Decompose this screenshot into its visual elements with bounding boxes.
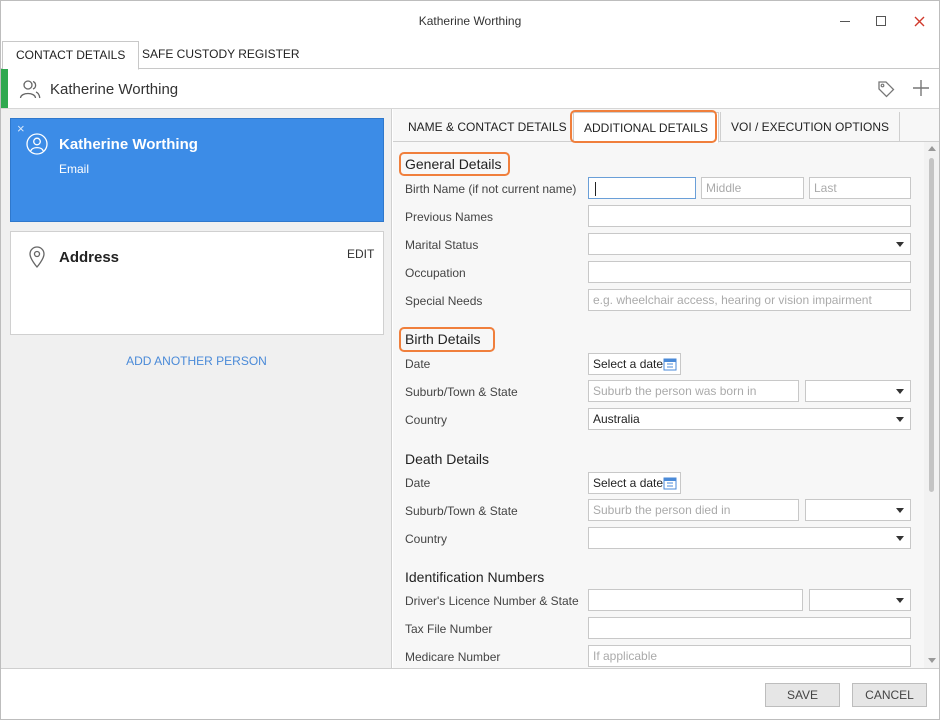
highlight-birth-details: [399, 327, 495, 352]
address-title: Address: [59, 249, 120, 266]
birth-last-name-input[interactable]: Last: [809, 177, 911, 199]
title-bar: Katherine Worthing: [1, 1, 939, 41]
edit-address-button[interactable]: EDIT: [347, 247, 374, 261]
chevron-down-icon: [896, 508, 904, 513]
birth-country-value: Australia: [593, 412, 640, 426]
maximize-button[interactable]: [869, 9, 893, 33]
identification-numbers-title: Identification Numbers: [405, 569, 545, 585]
save-button[interactable]: SAVE: [765, 683, 840, 707]
tab-contact-details[interactable]: CONTACT DETAILS: [2, 41, 140, 70]
address-card: Address EDIT: [10, 231, 384, 335]
add-another-person-link[interactable]: ADD ANOTHER PERSON: [1, 354, 392, 368]
tab-name-contact-details[interactable]: NAME & CONTACT DETAILS: [398, 112, 577, 142]
chevron-down-icon: [896, 536, 904, 541]
add-icon[interactable]: [911, 78, 931, 98]
medicare-number-input[interactable]: If applicable: [588, 645, 911, 667]
status-accent-bar: [1, 69, 8, 108]
tax-file-number-input[interactable]: [588, 617, 911, 639]
chevron-down-icon: [896, 417, 904, 422]
remove-person-icon[interactable]: ×: [17, 121, 25, 136]
cancel-button[interactable]: CANCEL: [852, 683, 927, 707]
footer-bar: SAVE CANCEL: [1, 668, 939, 719]
scroll-thumb[interactable]: [929, 158, 934, 492]
death-date-button-label: Select a date: [593, 476, 664, 490]
death-date-picker[interactable]: Select a date: [588, 472, 681, 494]
chevron-down-icon: [896, 242, 904, 247]
death-suburb-input[interactable]: Suburb the person died in: [588, 499, 799, 521]
licence-number-input[interactable]: [588, 589, 803, 611]
special-needs-input[interactable]: e.g. wheelchair access, hearing or visio…: [588, 289, 911, 311]
birth-name-label: Birth Name (if not current name): [405, 182, 577, 196]
close-button[interactable]: [907, 9, 931, 33]
licence-state-select[interactable]: [809, 589, 911, 611]
calendar-icon: [663, 477, 677, 490]
app-window: Katherine Worthing CONTACT DETAILS SAFE …: [0, 0, 940, 720]
special-needs-label: Special Needs: [405, 294, 483, 308]
medicare-number-label: Medicare Number: [405, 650, 501, 664]
marital-status-label: Marital Status: [405, 238, 479, 252]
birth-first-name-input[interactable]: [588, 177, 696, 199]
chevron-down-icon: [896, 598, 904, 603]
details-panel: NAME & CONTACT DETAILS ADDITIONAL DETAIL…: [393, 109, 939, 668]
main-tabs: CONTACT DETAILS SAFE CUSTODY REGISTER: [1, 41, 939, 70]
birth-date-label: Date: [405, 357, 431, 371]
close-icon: [914, 16, 924, 26]
licence-label: Driver's Licence Number & State: [405, 594, 579, 608]
birth-country-label: Country: [405, 413, 448, 427]
tab-safe-custody-register[interactable]: SAFE CUSTODY REGISTER: [129, 41, 313, 69]
window-title: Katherine Worthing: [418, 14, 522, 28]
people-icon: [19, 80, 41, 99]
maximize-icon: [876, 16, 886, 26]
highlight-general-details: [399, 152, 510, 176]
minimize-icon: [840, 20, 850, 22]
tax-file-number-label: Tax File Number: [405, 622, 493, 636]
location-pin-icon: [29, 246, 45, 268]
tab-voi-execution-options[interactable]: VOI / EXECUTION OPTIONS: [720, 112, 901, 142]
birth-state-select[interactable]: [805, 380, 911, 402]
occupation-input[interactable]: [588, 261, 911, 283]
birth-country-select[interactable]: Australia: [588, 408, 911, 430]
marital-status-select[interactable]: [588, 233, 911, 255]
minimize-button[interactable]: [833, 9, 857, 33]
birth-date-picker[interactable]: Select a date: [588, 353, 681, 375]
scroll-down-icon[interactable]: [928, 658, 936, 663]
death-country-select[interactable]: [588, 527, 911, 549]
birth-middle-name-input[interactable]: Middle: [701, 177, 804, 199]
previous-names-label: Previous Names: [405, 210, 494, 224]
person-card-name: Katherine Worthing: [59, 136, 198, 153]
details-scrollbar[interactable]: [924, 142, 939, 668]
death-date-label: Date: [405, 476, 431, 490]
person-icon: [26, 133, 48, 155]
calendar-icon: [663, 358, 677, 371]
death-state-select[interactable]: [805, 499, 911, 521]
contact-header: Katherine Worthing: [1, 69, 939, 109]
death-country-label: Country: [405, 532, 448, 546]
text-caret: [595, 181, 596, 196]
death-suburb-label: Suburb/Town & State: [405, 504, 518, 518]
previous-names-input[interactable]: [588, 205, 911, 227]
birth-date-button-label: Select a date: [593, 357, 664, 371]
chevron-down-icon: [896, 389, 904, 394]
contact-name: Katherine Worthing: [50, 81, 179, 98]
tag-icon[interactable]: [877, 80, 895, 98]
highlight-additional-details-tab: [570, 110, 717, 143]
scroll-up-icon[interactable]: [928, 146, 936, 151]
occupation-label: Occupation: [405, 266, 466, 280]
birth-suburb-input[interactable]: Suburb the person was born in: [588, 380, 799, 402]
people-panel: × Katherine Worthing Email Address EDIT …: [1, 109, 392, 668]
person-card[interactable]: × Katherine Worthing Email: [10, 118, 384, 222]
death-details-title: Death Details: [405, 451, 490, 467]
person-card-subtitle: Email: [59, 162, 90, 176]
birth-suburb-label: Suburb/Town & State: [405, 385, 518, 399]
